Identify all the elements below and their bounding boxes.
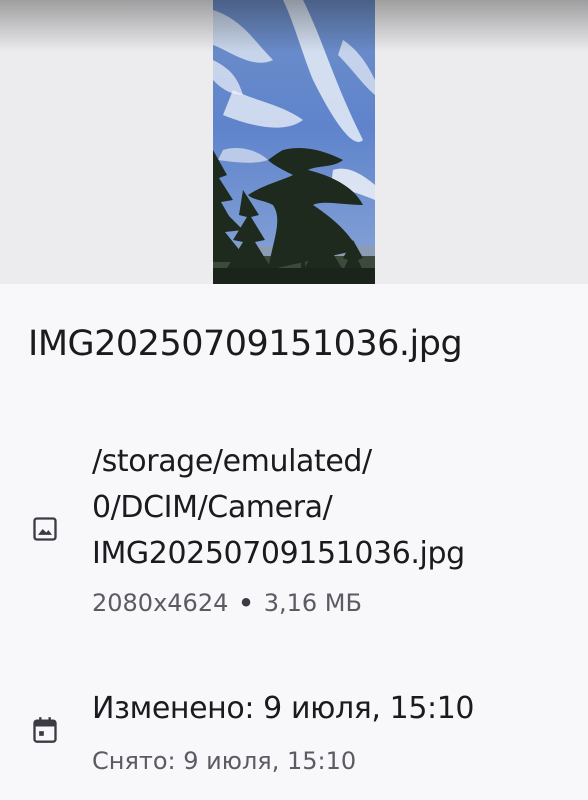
meta-separator: •: [238, 589, 254, 617]
file-path: /storage/emulated/ 0/DCIM/Camera/ IMG202…: [92, 439, 572, 577]
status-bar-shade: [0, 0, 588, 52]
taken-date: Снято: 9 июля, 15:10: [92, 747, 357, 775]
file-size: 3,16 МБ: [263, 589, 362, 617]
file-name-title: IMG20250709151036.jpg: [28, 324, 463, 364]
image-preview-area: [0, 0, 588, 284]
file-path-line-3: IMG20250709151036.jpg: [92, 536, 465, 571]
file-meta: 2080x4624 • 3,16 МБ: [92, 589, 362, 617]
file-path-line-2: 0/DCIM/Camera/: [92, 490, 333, 525]
file-details-screen: IMG20250709151036.jpg /storage/emulated/…: [0, 0, 588, 800]
file-details-panel: IMG20250709151036.jpg /storage/emulated/…: [0, 284, 588, 800]
file-resolution: 2080x4624: [92, 589, 229, 617]
modified-date: Изменено: 9 июля, 15:10: [92, 691, 475, 726]
file-path-line-1: /storage/emulated/: [92, 444, 372, 479]
calendar-icon: [33, 717, 57, 743]
image-icon: [33, 517, 57, 541]
